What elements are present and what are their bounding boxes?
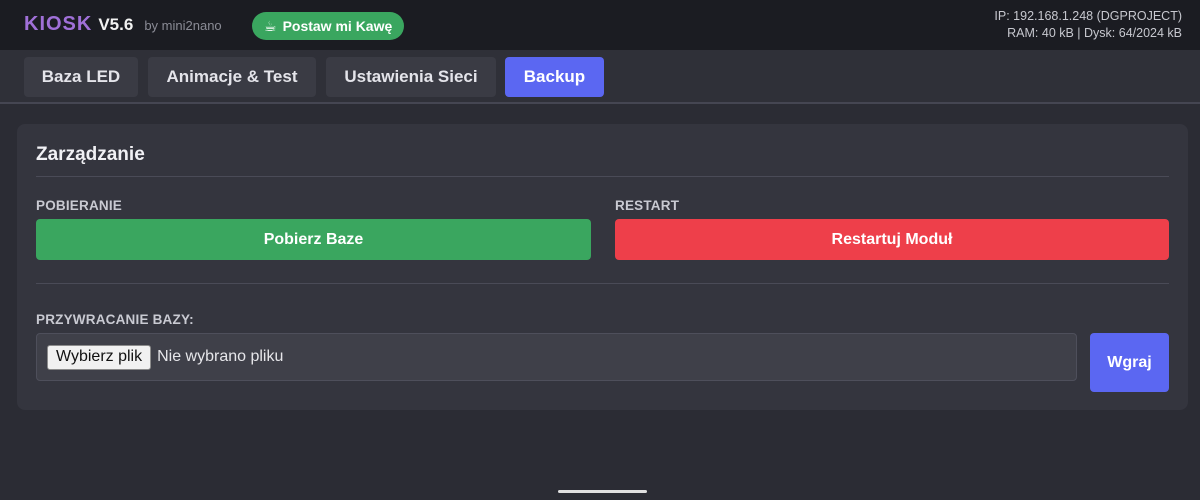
memory-disk-info: RAM: 40 kB | Dysk: 64/2024 kB (1007, 26, 1182, 40)
tab-network-settings[interactable]: Ustawienia Sieci (326, 57, 496, 97)
tab-led-database[interactable]: Baza LED (24, 57, 138, 97)
upload-button[interactable]: Wgraj (1090, 333, 1169, 392)
restart-section-label: RESTART (615, 198, 680, 213)
download-section-label: POBIERANIE (36, 198, 123, 213)
buy-coffee-label: Postaw mi Kawę (282, 18, 393, 34)
ip-info: IP: 192.168.1.248 (DGPROJECT) (994, 9, 1182, 23)
top-bar: KIOSK V5.6 by mini2nano ☕ Postaw mi Kawę… (0, 0, 1200, 50)
system-info: IP: 192.168.1.248 (DGPROJECT) RAM: 40 kB… (994, 8, 1182, 42)
restore-section-label: PRZYWRACANIE BAZY: (36, 312, 194, 327)
restart-module-button[interactable]: Restartuj Moduł (615, 219, 1169, 260)
choose-file-button[interactable]: Wybierz plik (47, 344, 152, 370)
management-panel: Zarządzanie POBIERANIE Pobierz Baze REST… (17, 124, 1188, 410)
tab-backup[interactable]: Backup (505, 57, 604, 97)
home-indicator (558, 490, 647, 493)
coffee-icon: ☕ (264, 17, 277, 34)
tab-bar: Baza LED Animacje & Test Ustawienia Siec… (0, 50, 1200, 104)
author-credit: by mini2nano (144, 18, 222, 33)
panel-title: Zarządzanie (36, 144, 145, 165)
file-input[interactable]: Wybierz plik Nie wybrano pliku (36, 333, 1077, 381)
brand: KIOSK V5.6 by mini2nano (24, 13, 222, 36)
app-version: V5.6 (98, 15, 134, 34)
buy-coffee-button[interactable]: ☕ Postaw mi Kawę (252, 12, 405, 40)
app-name: KIOSK (24, 13, 93, 35)
file-status-text: Nie wybrano pliku (157, 348, 284, 365)
download-database-button[interactable]: Pobierz Baze (36, 219, 591, 260)
divider (36, 283, 1169, 284)
divider (36, 176, 1169, 177)
tab-animations-test[interactable]: Animacje & Test (148, 57, 316, 97)
